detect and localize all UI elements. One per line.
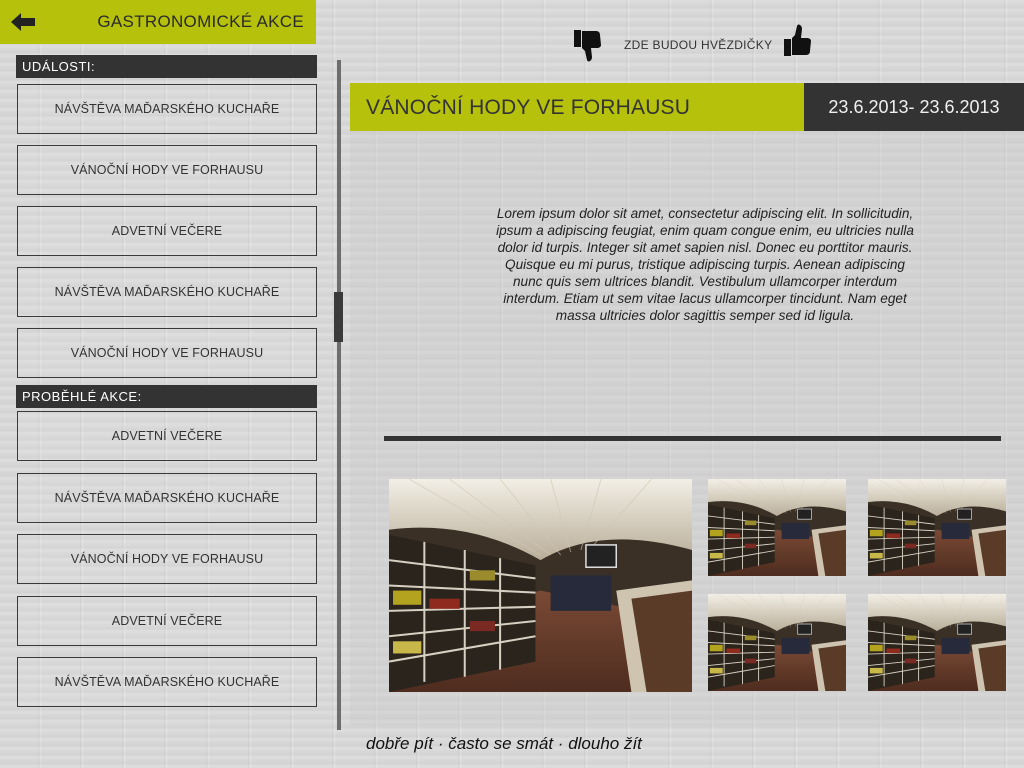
- event-list-item[interactable]: NÁVŠTĚVA MAĎARSKÉHO KUCHAŘE: [17, 657, 317, 707]
- event-list-item[interactable]: ADVETNÍ VEČERE: [17, 411, 317, 461]
- event-list-item[interactable]: NÁVŠTĚVA MAĎARSKÉHO KUCHAŘE: [17, 472, 317, 523]
- event-title-banner: VÁNOČNÍ HODY VE FORHAUSU: [350, 83, 804, 131]
- gallery-photo-thumb[interactable]: [708, 479, 846, 576]
- rating-stars-placeholder: ZDE BUDOU HVĚZDIČKY: [624, 38, 773, 52]
- section-past-label: PROBĚHLÉ AKCE:: [16, 385, 317, 408]
- event-description: Lorem ipsum dolor sit amet, consectetur …: [496, 206, 914, 323]
- event-list-item[interactable]: ADVETNÍ VEČERE: [17, 595, 317, 646]
- sidebar: GASTRONOMICKÉ AKCE UDÁLOSTI: NÁVŠTĚVA MA…: [0, 0, 320, 768]
- sidebar-header: GASTRONOMICKÉ AKCE: [0, 0, 316, 44]
- event-list-item[interactable]: VÁNOČNÍ HODY VE FORHAUSU: [17, 328, 317, 378]
- thumbs-down-icon[interactable]: [574, 30, 604, 64]
- scrollbar-thumb[interactable]: [334, 292, 343, 342]
- thumbs-up-icon[interactable]: [784, 22, 814, 56]
- event-list-item[interactable]: VÁNOČNÍ HODY VE FORHAUSU: [17, 534, 317, 584]
- event-list-item[interactable]: NÁVŠTĚVA MAĎARSKÉHO KUCHAŘE: [17, 84, 317, 134]
- event-list-item[interactable]: VÁNOČNÍ HODY VE FORHAUSU: [17, 145, 317, 195]
- scrollbar-track[interactable]: [337, 60, 341, 730]
- gallery-photo-thumb[interactable]: [868, 594, 1006, 691]
- sidebar-title: GASTRONOMICKÉ AKCE: [97, 12, 304, 31]
- arrow-left-icon[interactable]: [11, 13, 35, 31]
- section-upcoming-label: UDÁLOSTI:: [16, 55, 317, 78]
- event-list-item[interactable]: NÁVŠTĚVA MAĎARSKÉHO KUCHAŘE: [17, 267, 317, 317]
- event-list-item[interactable]: ADVETNÍ VEČERE: [17, 206, 317, 256]
- wine-cellar-image: [708, 594, 846, 691]
- event-title: VÁNOČNÍ HODY VE FORHAUSU: [366, 96, 691, 119]
- event-date-range: 23.6.2013- 23.6.2013: [804, 83, 1024, 131]
- wine-cellar-image: [708, 479, 846, 576]
- wine-cellar-image: [868, 479, 1006, 576]
- footer-motto: dobře pít · často se smát · dlouho žít: [366, 734, 642, 753]
- content-divider: [384, 436, 1001, 441]
- gallery-photo-thumb[interactable]: [708, 594, 846, 691]
- wine-cellar-image: [389, 479, 692, 692]
- gallery-photo-thumb[interactable]: [868, 479, 1006, 576]
- gallery-photo-main[interactable]: [389, 479, 692, 692]
- wine-cellar-image: [868, 594, 1006, 691]
